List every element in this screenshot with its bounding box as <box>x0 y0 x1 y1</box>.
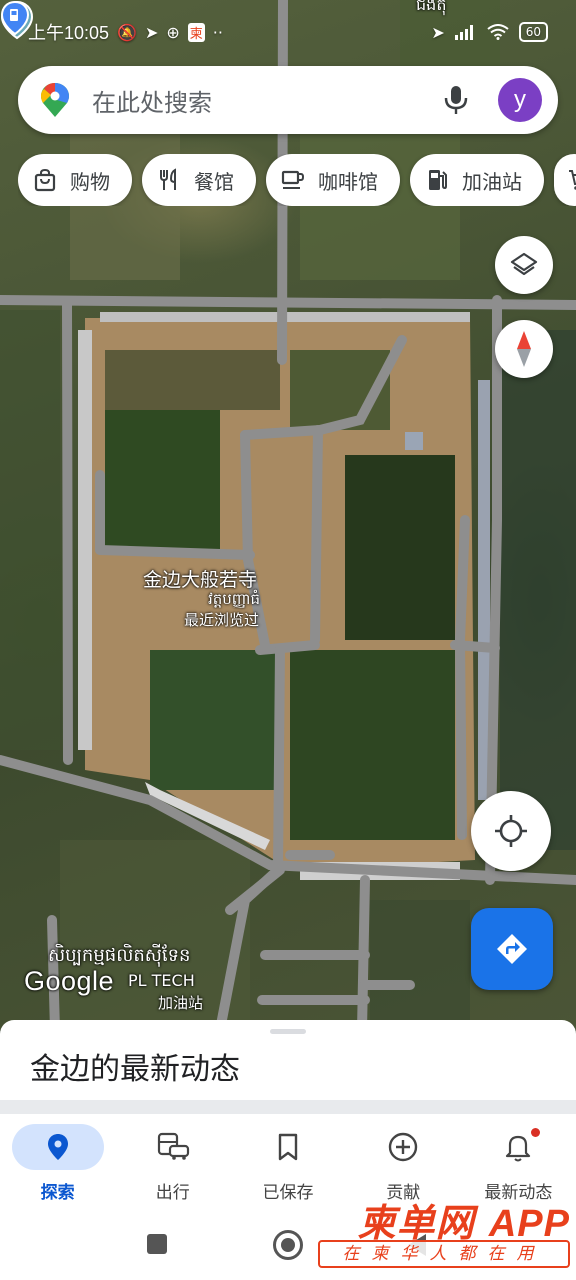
watermark-brand: 柬单网 APP <box>318 1192 570 1247</box>
compass-button[interactable] <box>495 320 553 378</box>
recents-button[interactable] <box>147 1234 167 1254</box>
my-location-icon <box>495 815 527 847</box>
shopping-bag-icon <box>32 167 58 193</box>
google-maps-pin-icon <box>41 83 69 117</box>
sheet-drag-handle[interactable] <box>270 1029 306 1034</box>
chip-label: 加油站 <box>462 169 522 194</box>
bell-icon <box>472 1124 564 1170</box>
nav-label: 出行 <box>155 1183 190 1203</box>
gas-station-icon <box>424 167 450 193</box>
explore-pin-icon <box>11 1124 104 1170</box>
chip-label: 咖啡馆 <box>318 169 378 194</box>
coffee-icon <box>280 167 306 193</box>
layers-button[interactable] <box>495 236 553 294</box>
google-attribution: Google <box>24 966 115 996</box>
add-circle-icon <box>357 1124 449 1170</box>
chip-restaurants[interactable]: 餐馆 <box>142 154 256 206</box>
status-time: 上午10:05 <box>28 23 110 43</box>
restaurant-icon <box>156 167 182 193</box>
location-arrow-icon: ➤ <box>144 22 159 42</box>
directions-icon <box>497 934 527 964</box>
status-bar: 上午10:05 🔕 ➤ ⊕ 柬 ·· ➤ 60 <box>0 0 576 64</box>
wifi-icon <box>487 24 509 40</box>
cart-icon <box>568 167 576 193</box>
search-bar[interactable]: 在此处搜索 y <box>18 66 558 134</box>
sheet-divider <box>0 1100 576 1114</box>
app-icon: ⊕ <box>166 22 180 42</box>
chip-gas-stations[interactable]: 加油站 <box>410 154 544 206</box>
my-location-button[interactable] <box>471 791 551 871</box>
account-avatar[interactable]: y <box>498 78 542 122</box>
chip-more[interactable] <box>554 154 576 206</box>
bookmark-icon <box>242 1124 334 1170</box>
battery-icon: 60 <box>518 22 548 42</box>
temple-name-label[interactable]: 金边大般若寺 <box>143 565 257 592</box>
layers-icon <box>510 252 538 276</box>
commute-icon <box>127 1124 219 1170</box>
gas-station-name-label[interactable]: PL TECH <box>128 971 195 990</box>
microphone-icon[interactable] <box>442 84 470 116</box>
notification-dot <box>530 1128 540 1137</box>
watermark-brand-text: 柬单网 <box>357 1201 475 1245</box>
nav-label: 探索 <box>40 1183 75 1203</box>
directions-button[interactable] <box>471 908 553 990</box>
mute-icon: 🔕 <box>117 22 137 42</box>
home-button[interactable] <box>273 1230 303 1260</box>
sheet-title: 金边的最新动态 <box>30 1052 240 1087</box>
search-input[interactable]: 在此处搜索 <box>92 83 442 118</box>
status-right-icons: ➤ 60 <box>431 22 548 42</box>
location-arrow-icon: ➤ <box>431 22 445 42</box>
signal-icon <box>454 25 473 40</box>
watermark-logo: 柬单网 APP 在柬华人都在用 <box>318 1192 570 1272</box>
nav-explore[interactable]: 探索 <box>0 1114 115 1210</box>
chip-label: 餐馆 <box>194 169 234 194</box>
chip-coffee[interactable]: 咖啡馆 <box>266 154 400 206</box>
chip-label: 购物 <box>70 169 110 194</box>
chip-shopping[interactable]: 购物 <box>18 154 132 206</box>
more-dots-icon: ·· <box>212 22 223 42</box>
dongche-app-icon: 柬 <box>187 22 205 42</box>
temple-recent-label: 最近浏览过 <box>184 611 260 629</box>
compass-icon <box>517 331 531 367</box>
nav-label: 已保存 <box>262 1183 314 1203</box>
status-left-icons: 🔕 ➤ ⊕ 柬 ·· <box>117 22 223 42</box>
nav-commute[interactable]: 出行 <box>115 1114 230 1210</box>
gas-station-type-label: 加油站 <box>158 994 204 1012</box>
category-chips: 购物 餐馆 咖啡馆 加油站 <box>18 154 576 206</box>
watermark-app-text: APP <box>488 1203 570 1245</box>
watermark-slogan: 在柬华人都在用 <box>318 1240 570 1268</box>
